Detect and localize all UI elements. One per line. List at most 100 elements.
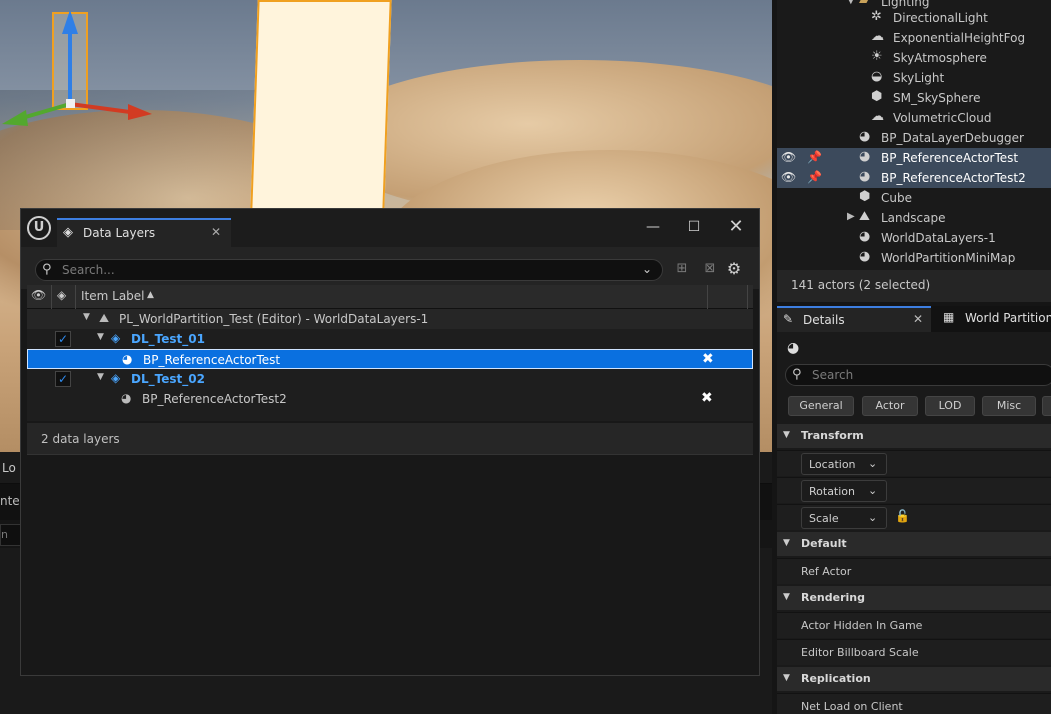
outliner-item-label: Landscape [881, 211, 946, 225]
collapse-arrow-icon[interactable]: ▼ [97, 332, 104, 342]
details-search-input[interactable] [812, 367, 1042, 383]
category-label: Default [801, 537, 847, 550]
gizmo-center[interactable] [66, 99, 75, 108]
category-label: Rendering [801, 591, 865, 604]
console-input[interactable]: n [0, 524, 22, 546]
gizmo-z-arrow-icon[interactable] [62, 10, 78, 34]
tree-row-actor-selected[interactable]: ◕ BP_ReferenceActorTest ✖ [27, 349, 753, 369]
details-search-box[interactable]: ⚲ [785, 364, 1051, 386]
unlock-icon[interactable]: 🔓 [895, 509, 910, 523]
gizmo-x-axis[interactable] [69, 102, 131, 114]
outliner-item[interactable]: ⬢ SM_SkySphere [777, 88, 1051, 108]
outliner-item[interactable]: ▶ ⛰ Landscape [777, 208, 1051, 228]
collapse-arrow-icon[interactable]: ▼ [97, 372, 104, 382]
collapse-arrow-icon[interactable]: ▼ [783, 673, 790, 683]
outliner-item-label: ExponentialHeightFog [893, 31, 1026, 45]
category-transform[interactable]: ▼ Transform [777, 424, 1051, 448]
tab-data-layers[interactable]: ◈ Data Layers ✕ [57, 218, 231, 247]
collapse-arrow-icon[interactable]: ▼ [783, 538, 790, 548]
close-tab-icon[interactable]: ✕ [913, 312, 923, 326]
blueprint-actor-icon: ◕ [122, 352, 133, 366]
filter-general-button[interactable]: General [788, 396, 854, 416]
tab-label: Details [803, 313, 845, 327]
sky-light-icon: ◒ [871, 69, 883, 84]
expand-arrow-icon[interactable]: ▶ [847, 211, 855, 222]
eye-icon[interactable]: 👁 [781, 170, 796, 184]
data-layer-label: DL_Test_02 [131, 372, 205, 386]
column-divider [747, 285, 748, 309]
fog-icon: ☁ [871, 29, 884, 44]
remove-data-layer-icon[interactable]: ⊠ [701, 261, 719, 279]
item-label-column[interactable]: Item Label [81, 289, 145, 303]
filter-misc-button[interactable]: Misc [982, 396, 1036, 416]
gizmo-x-arrow-icon[interactable] [128, 104, 152, 120]
gizmo-y-arrow-icon[interactable] [2, 110, 28, 126]
outliner-item-selected[interactable]: 👁 📌 ◕ BP_ReferenceActorTest2 [777, 168, 1051, 188]
outliner-item[interactable]: ☁ ExponentialHeightFog [777, 28, 1051, 48]
property-label: Actor Hidden In Game [801, 619, 923, 632]
category-default[interactable]: ▼ Default [777, 532, 1051, 556]
window-titlebar[interactable]: U ◈ Data Layers ✕ — ☐ ✕ [21, 209, 759, 247]
location-dropdown[interactable]: Location ⌄ [801, 453, 887, 475]
outliner-item-label: SkyAtmosphere [893, 51, 987, 65]
tab-world-partition[interactable]: ▦ World Partition [937, 306, 1051, 332]
selected-pillar-actor[interactable] [250, 0, 392, 210]
scale-dropdown[interactable]: Scale ⌄ [801, 507, 887, 529]
outliner-item[interactable]: ☀ SkyAtmosphere [777, 48, 1051, 68]
minimize-button[interactable]: — [643, 217, 663, 237]
dropdown-label: Rotation [809, 485, 856, 498]
outliner-item-label: BP_ReferenceActorTest2 [881, 171, 1026, 185]
layer-visibility-checkbox[interactable]: ✓ [55, 371, 71, 387]
outliner-item[interactable]: ☁ VolumetricCloud [777, 108, 1051, 128]
tree-row-world[interactable]: ▼ ⛰ PL_WorldPartition_Test (Editor) - Wo… [27, 309, 753, 329]
visibility-column-icon[interactable]: 👁 [31, 288, 46, 302]
grid-icon: ▦ [943, 310, 955, 324]
layer-visibility-checkbox[interactable]: ✓ [55, 331, 71, 347]
outliner-item-selected[interactable]: 👁 📌 ◕ BP_ReferenceActorTest [777, 148, 1051, 168]
layers-icon: ◈ [63, 225, 73, 240]
actor-label: BP_ReferenceActorTest [143, 353, 281, 367]
gear-icon[interactable]: ⚙ [725, 259, 743, 278]
collapse-arrow-icon[interactable]: ▼ [783, 430, 790, 440]
actor-icon: ◕ [859, 249, 871, 264]
tree-row-data-layer[interactable]: ✓ ▼ ◈ DL_Test_02 [27, 369, 753, 389]
pin-icon[interactable]: 📌 [807, 170, 822, 184]
property-scale: Scale ⌄ 🔓 [777, 504, 1051, 530]
rotation-dropdown[interactable]: Rotation ⌄ [801, 480, 887, 502]
transform-gizmo[interactable] [0, 0, 160, 140]
property-label: Ref Actor [801, 565, 852, 578]
tree-row-actor[interactable]: ◕ BP_ReferenceActorTest2 ✖ [27, 389, 753, 409]
eye-icon[interactable]: 👁 [781, 150, 796, 164]
outliner-item[interactable]: ◕ WorldDataLayers-1 [777, 228, 1051, 248]
search-box[interactable]: ⚲ ⌄ [35, 259, 663, 281]
collapse-arrow-icon[interactable]: ▼ [83, 312, 90, 322]
remove-actor-icon[interactable]: ✖ [702, 351, 714, 367]
category-replication[interactable]: ▼ Replication [777, 667, 1051, 691]
output-log-tab-fragment[interactable]: Lo [2, 461, 16, 475]
close-window-button[interactable]: ✕ [726, 217, 746, 237]
outliner-item[interactable]: ⬢ Cube [777, 188, 1051, 208]
tree-row-data-layer[interactable]: ✓ ▼ ◈ DL_Test_01 [27, 329, 753, 349]
sort-ascending-icon[interactable]: ▲ [147, 290, 154, 300]
filter-lod-button[interactable]: LOD [925, 396, 975, 416]
outliner-item[interactable]: ◕ BP_DataLayerDebugger [777, 128, 1051, 148]
filter-actor-button[interactable]: Actor [862, 396, 918, 416]
chevron-down-icon[interactable]: ⌄ [642, 262, 652, 276]
search-input[interactable] [62, 262, 622, 278]
directional-light-icon: ✲ [871, 9, 882, 24]
collapse-arrow-icon[interactable]: ▼ [783, 592, 790, 602]
remove-actor-icon[interactable]: ✖ [701, 390, 713, 406]
gizmo-y-axis[interactable] [21, 102, 71, 120]
outliner-item[interactable]: ◕ WorldPartitionMiniMap [777, 248, 1051, 268]
collapse-arrow-icon[interactable]: ▼ [847, 0, 855, 6]
layers-column-icon[interactable]: ◈ [57, 288, 66, 302]
add-data-layer-icon[interactable]: ⊞ [673, 261, 691, 279]
outliner-item[interactable]: ✲ DirectionalLight [777, 8, 1051, 28]
category-rendering[interactable]: ▼ Rendering [777, 586, 1051, 610]
filter-more-button[interactable] [1042, 396, 1051, 416]
maximize-button[interactable]: ☐ [684, 217, 704, 237]
outliner-item[interactable]: ◒ SkyLight [777, 68, 1051, 88]
pin-icon[interactable]: 📌 [807, 150, 822, 164]
tab-details[interactable]: ✎ Details ✕ [777, 306, 931, 332]
close-tab-icon[interactable]: ✕ [211, 225, 221, 239]
